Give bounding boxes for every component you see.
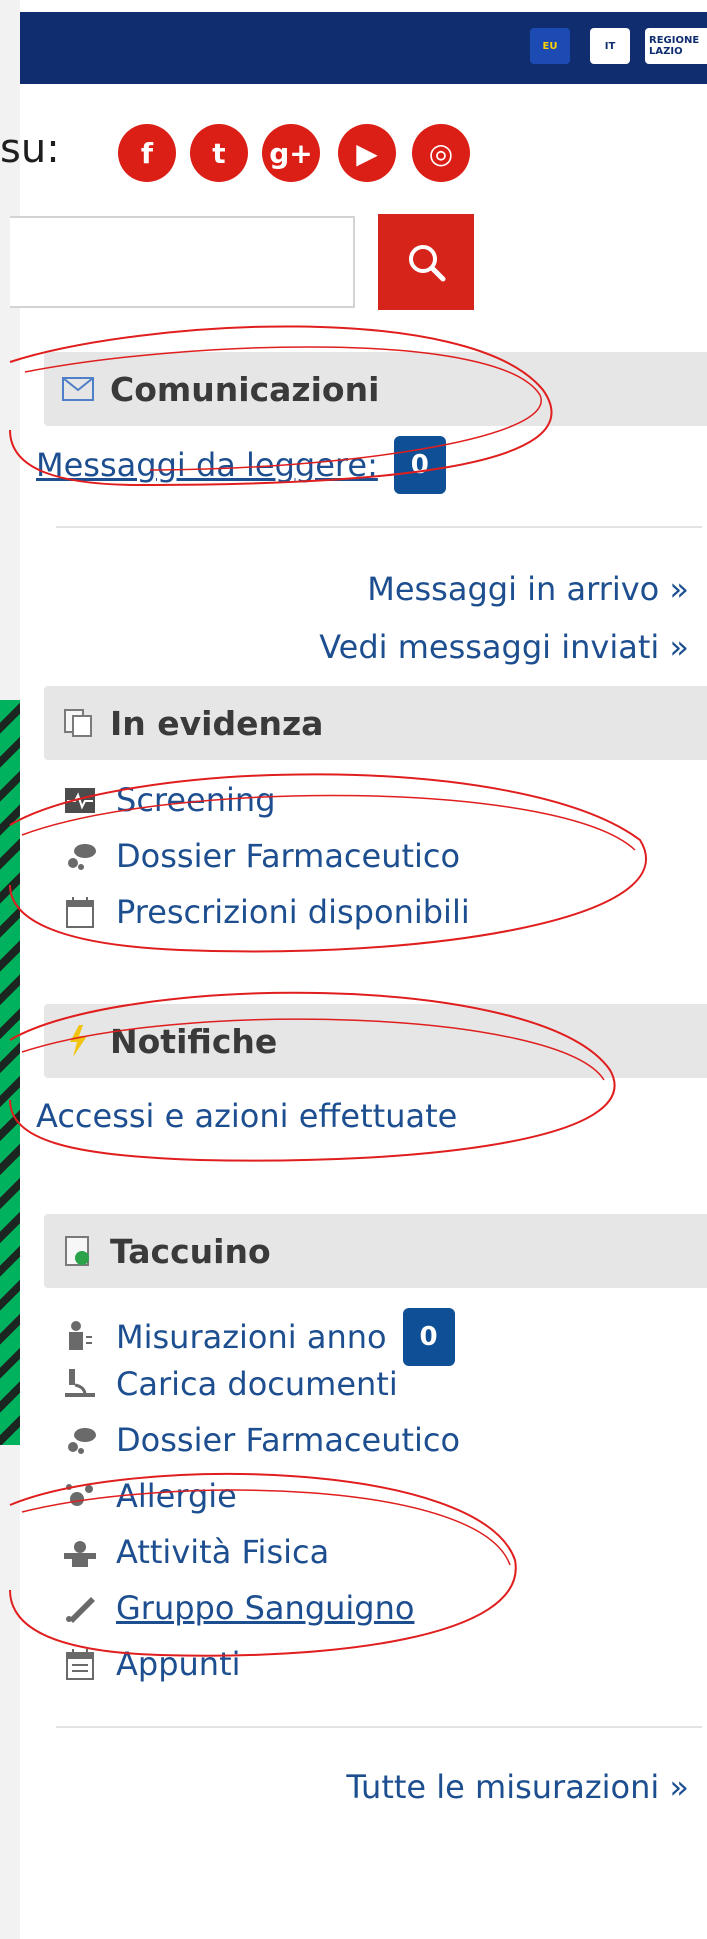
envelope-icon (58, 369, 98, 409)
twitter-icon[interactable]: t (190, 124, 248, 182)
instagram-glyph: ◎ (428, 136, 454, 170)
search-button[interactable] (378, 214, 474, 310)
copy-pages-icon (58, 703, 98, 743)
notes-icon (60, 1644, 100, 1684)
dossier-farmaceutico-link[interactable]: Dossier Farmaceutico (116, 837, 460, 875)
italy-emblem-text: IT (604, 40, 616, 52)
google-plus-icon[interactable]: g+ (262, 124, 320, 182)
misurazioni-count-badge: 0 (402, 1308, 455, 1366)
notifiche-accessi-row: Accessi e azioni effettuate (36, 1097, 457, 1135)
facebook-icon[interactable]: f (118, 124, 176, 182)
gruppo-sanguigno-link[interactable]: Gruppo Sanguigno (116, 1589, 414, 1627)
left-black-stripes (0, 700, 20, 1445)
section-in-evidenza-header: In evidenza (44, 686, 707, 760)
search-icon (409, 245, 446, 282)
inbox-link-text: Messaggi in arrivo » (367, 570, 689, 608)
section-title-comunicazioni: Comunicazioni (110, 369, 380, 409)
section-notifiche-header: Notifiche (44, 1004, 707, 1078)
social-label-text: su: (0, 126, 60, 172)
search-box (10, 216, 357, 308)
fitness-icon (60, 1532, 100, 1572)
measurement-icon (60, 1317, 100, 1357)
section-comunicazioni-header: Comunicazioni (44, 352, 707, 426)
section-title-in-evidenza: In evidenza (110, 703, 324, 743)
taccuino-dossier-farmaceutico-link[interactable]: Dossier Farmaceutico (116, 1421, 460, 1459)
taccuino-item-attivita-fisica[interactable]: Attività Fisica (60, 1532, 329, 1572)
lightning-icon (58, 1021, 98, 1061)
appunti-link[interactable]: Appunti (116, 1645, 241, 1683)
misurazioni-anno-link[interactable]: Misurazioni anno (116, 1318, 387, 1356)
sent-messages-link-text: Vedi messaggi inviati » (319, 628, 689, 666)
twitter-glyph: t (212, 136, 226, 170)
section-title-taccuino: Taccuino (110, 1231, 271, 1271)
google-plus-glyph: g+ (269, 136, 313, 170)
taccuino-item-carica-documenti[interactable]: Carica documenti (60, 1364, 398, 1404)
attivita-fisica-link[interactable]: Attività Fisica (116, 1533, 329, 1571)
youtube-icon[interactable]: ▶ (338, 124, 396, 182)
in-evidenza-item-dossier-farmaceutico[interactable]: Dossier Farmaceutico (60, 836, 460, 876)
allergie-link[interactable]: Allergie (116, 1477, 237, 1515)
italy-emblem: IT (590, 28, 630, 64)
youtube-glyph: ▶ (356, 136, 378, 170)
inbox-link[interactable]: Messaggi in arrivo » (367, 570, 689, 608)
allergy-icon (60, 1476, 100, 1516)
pills-icon (60, 1420, 100, 1460)
calendar-icon (60, 892, 100, 932)
notebook-icon (58, 1231, 98, 1271)
in-evidenza-item-screening[interactable]: Screening (60, 780, 276, 820)
section-taccuino-header: Taccuino (44, 1214, 707, 1288)
regione-logo-text: REGIONE LAZIO (649, 35, 700, 57)
eu-logo: EU (530, 28, 570, 64)
messaggi-da-leggere-row: Messaggi da leggere: 0 (36, 436, 446, 494)
screening-icon (60, 780, 100, 820)
pills-icon (60, 836, 100, 876)
taccuino-item-appunti[interactable]: Appunti (60, 1644, 241, 1684)
taccuino-misurazioni-row: Misurazioni anno 0 (60, 1308, 455, 1366)
divider (56, 526, 702, 528)
blood-group-icon (60, 1588, 100, 1628)
in-evidenza-item-prescrizioni[interactable]: Prescrizioni disponibili (60, 892, 470, 932)
unread-messages-badge: 0 (393, 436, 446, 494)
carica-documenti-link[interactable]: Carica documenti (116, 1365, 398, 1403)
accessi-azioni-link[interactable]: Accessi e azioni effettuate (36, 1097, 457, 1135)
eu-logo-text: EU (542, 40, 558, 52)
sidebar-panel: Comunicazioni Messaggi da leggere: 0 Mes… (20, 340, 707, 1939)
sent-messages-link[interactable]: Vedi messaggi inviati » (319, 628, 689, 666)
prescrizioni-disponibili-link[interactable]: Prescrizioni disponibili (116, 893, 470, 931)
taccuino-item-dossier-farmaceutico[interactable]: Dossier Farmaceutico (60, 1420, 460, 1460)
tutte-le-misurazioni-link[interactable]: Tutte le misurazioni » (346, 1768, 689, 1806)
facebook-glyph: f (140, 136, 154, 170)
regione-logo: REGIONE LAZIO (645, 28, 707, 64)
messaggi-da-leggere-link[interactable]: Messaggi da leggere: (36, 446, 378, 484)
tutte-le-misurazioni-text: Tutte le misurazioni » (346, 1768, 689, 1806)
screening-link[interactable]: Screening (116, 781, 276, 819)
taccuino-item-gruppo-sanguigno[interactable]: Gruppo Sanguigno (60, 1588, 414, 1628)
taccuino-item-allergie[interactable]: Allergie (60, 1476, 237, 1516)
section-title-notifiche: Notifiche (110, 1021, 278, 1061)
top-header-bar: EU IT REGIONE LAZIO (20, 12, 707, 84)
instagram-icon[interactable]: ◎ (412, 124, 470, 182)
microscope-icon (60, 1364, 100, 1404)
search-input[interactable] (10, 218, 357, 308)
social-label: su: (0, 126, 60, 172)
divider (56, 1726, 702, 1728)
